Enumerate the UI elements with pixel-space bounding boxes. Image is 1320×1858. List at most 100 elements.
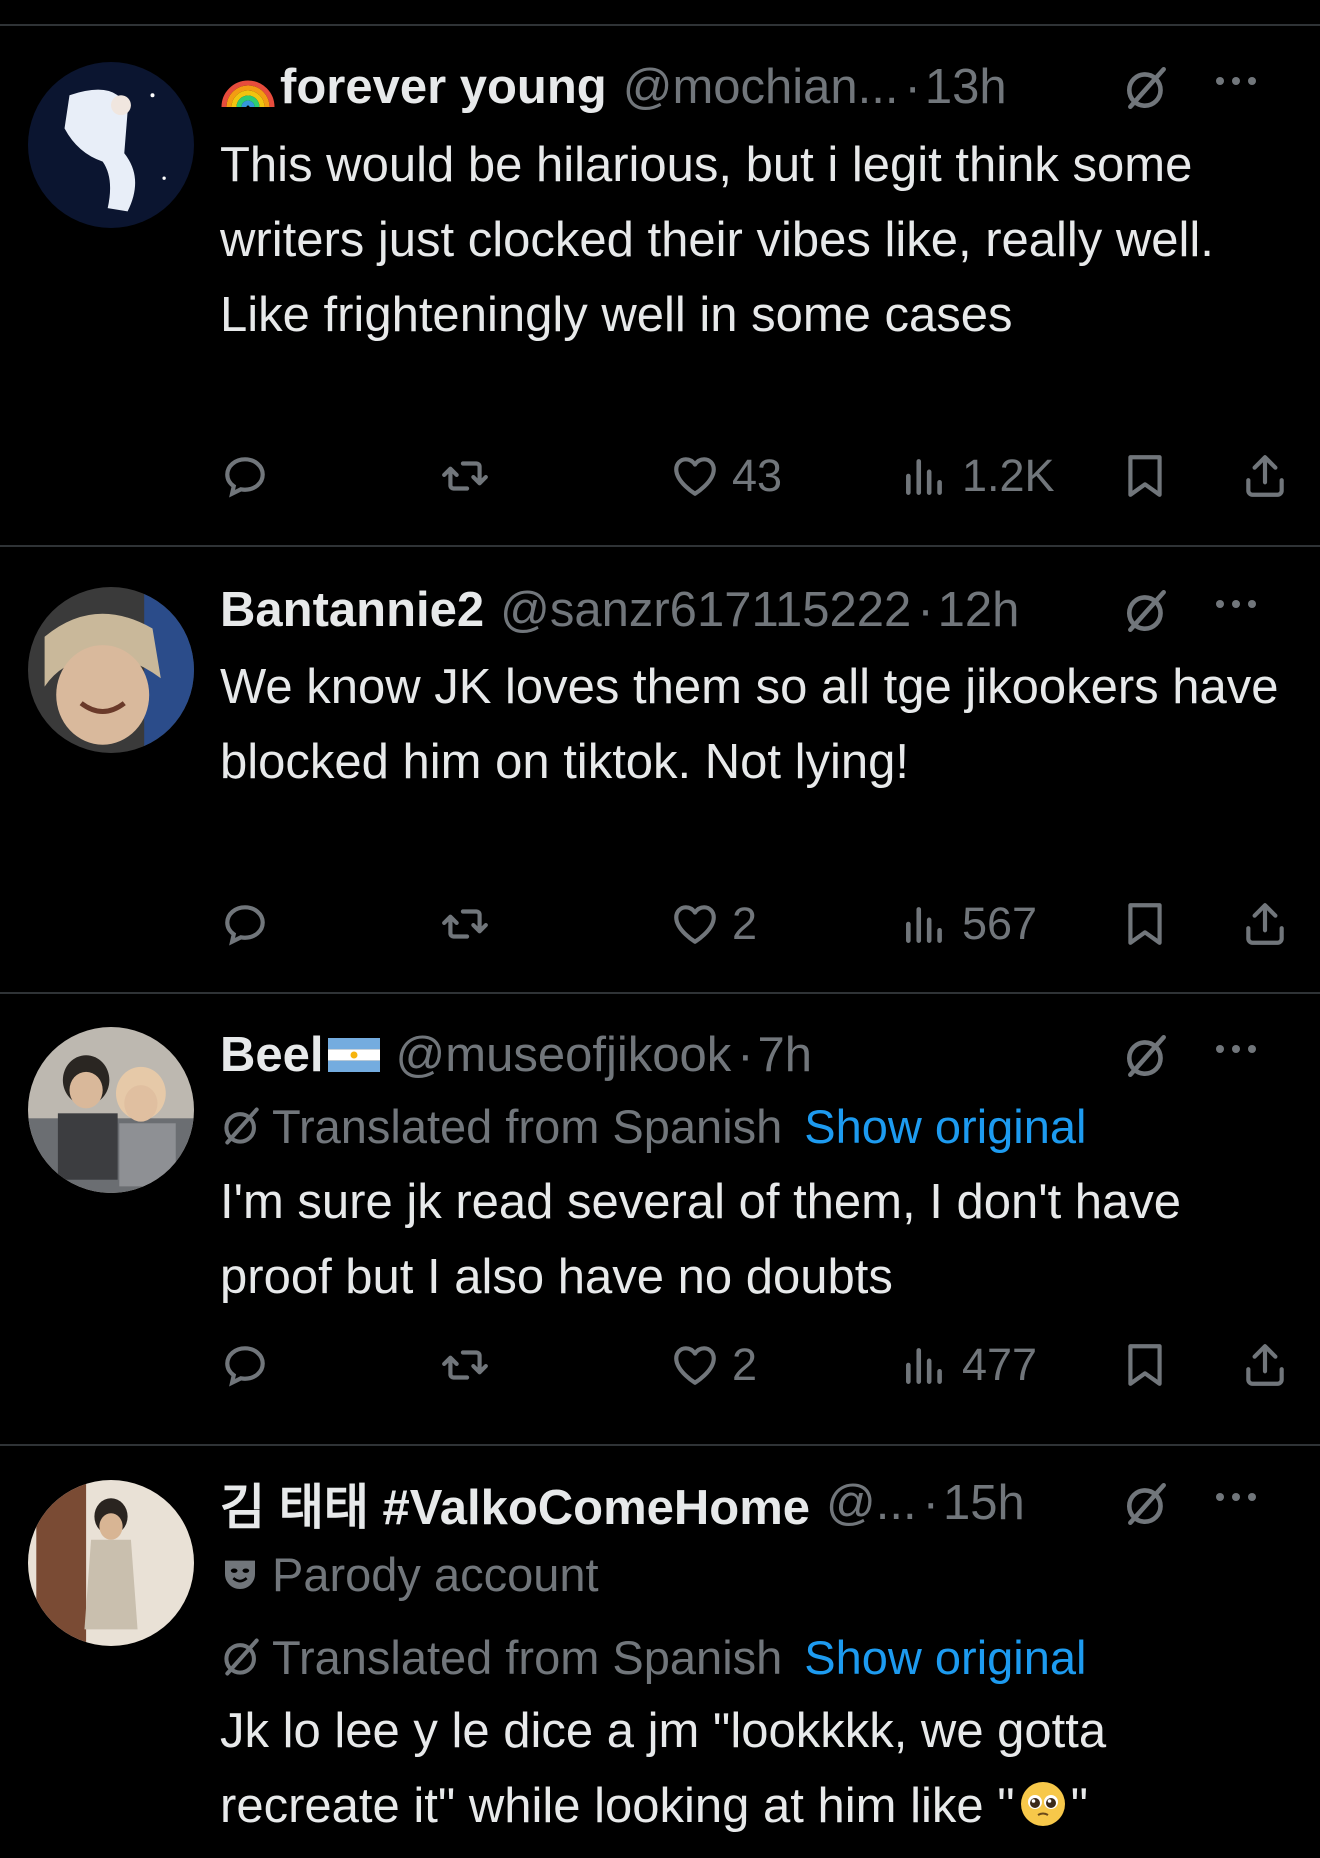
rainbow-icon bbox=[221, 80, 275, 108]
like-count: 43 bbox=[732, 450, 783, 501]
retweet-button[interactable] bbox=[440, 1335, 490, 1395]
timestamp[interactable]: 12h bbox=[938, 582, 1020, 638]
reply-button[interactable] bbox=[220, 446, 270, 506]
author-name[interactable]: Bantannie2 bbox=[220, 582, 484, 638]
more-icon[interactable] bbox=[1214, 597, 1258, 611]
bookmark-icon bbox=[1120, 899, 1170, 949]
separator: · bbox=[917, 583, 934, 637]
share-icon bbox=[1240, 899, 1290, 949]
action-bar: 2 567 bbox=[220, 894, 1300, 954]
show-original-link[interactable]: Show original bbox=[804, 1630, 1086, 1685]
timestamp[interactable]: 13h bbox=[925, 59, 1007, 115]
separator: · bbox=[922, 1476, 939, 1530]
view-count: 477 bbox=[962, 1339, 1038, 1390]
tweet-header: forever young @mochian... · 13h bbox=[220, 52, 1280, 122]
reply-icon bbox=[220, 1340, 270, 1390]
argentina-flag-icon bbox=[327, 1038, 380, 1072]
bookmark-button[interactable] bbox=[1120, 1335, 1170, 1395]
view-count: 1.2K bbox=[962, 450, 1055, 501]
show-original-link[interactable]: Show original bbox=[804, 1099, 1086, 1154]
tweet-header: Bantannie2 @sanzr617115222 · 12h bbox=[220, 575, 1280, 645]
tweet-text: This would be hilarious, but i legit thi… bbox=[220, 138, 1214, 342]
author-handle[interactable]: @museofjikook bbox=[396, 1027, 732, 1083]
views-button[interactable]: 1.2K bbox=[900, 446, 1055, 506]
avatar[interactable] bbox=[28, 62, 194, 228]
reply-icon bbox=[220, 899, 270, 949]
like-button[interactable]: 2 bbox=[670, 1335, 757, 1395]
tweet[interactable]: Beel @museofjikook · 7h Translated from … bbox=[0, 992, 1320, 1444]
reply-icon bbox=[220, 451, 270, 501]
like-button[interactable]: 43 bbox=[670, 446, 782, 506]
translated-label: Translated from Spanish bbox=[272, 1099, 783, 1153]
like-count: 2 bbox=[732, 1339, 758, 1390]
parody-mask-icon bbox=[225, 1560, 255, 1589]
parody-label: Parody account bbox=[220, 1544, 1280, 1604]
bookmark-icon bbox=[1120, 1340, 1170, 1390]
author-handle[interactable]: @mochian... bbox=[623, 59, 899, 115]
views-icon bbox=[900, 899, 950, 949]
translation-notice: Translated from Spanish Show original bbox=[220, 1096, 1280, 1156]
retweet-icon bbox=[440, 1340, 490, 1390]
tweet[interactable]: 김 태태 #ValkoComeHome @... · 15h Parody ac… bbox=[0, 1444, 1320, 1858]
grok-icon[interactable] bbox=[1122, 586, 1172, 636]
translated-label: Translated from Spanish bbox=[272, 1630, 783, 1684]
reply-button[interactable] bbox=[220, 1335, 270, 1395]
tweet-header: 김 태태 #ValkoComeHome @... · 15h bbox=[220, 1468, 1280, 1538]
tweet-header: Beel @museofjikook · 7h bbox=[220, 1020, 1280, 1090]
author-name[interactable]: Beel bbox=[220, 1027, 324, 1083]
avatar[interactable] bbox=[28, 587, 194, 753]
translation-notice: Translated from Spanish Show original bbox=[220, 1627, 1280, 1687]
author-handle[interactable]: @sanzr617115222 bbox=[500, 582, 911, 638]
avatar[interactable] bbox=[28, 1027, 194, 1193]
tweet[interactable]: Bantannie2 @sanzr617115222 · 12h We know… bbox=[0, 545, 1320, 992]
author-name[interactable]: 김 태태 #ValkoComeHome bbox=[220, 1468, 810, 1539]
like-icon bbox=[670, 899, 720, 949]
views-icon bbox=[900, 1340, 950, 1390]
retweet-button[interactable] bbox=[440, 894, 490, 954]
pleading-face-emoji bbox=[1020, 1782, 1065, 1826]
share-icon bbox=[1240, 1340, 1290, 1390]
author-handle[interactable]: @... bbox=[826, 1475, 917, 1531]
parody-account-text: Parody account bbox=[272, 1547, 599, 1601]
more-icon[interactable] bbox=[1214, 1490, 1258, 1504]
grok-icon[interactable] bbox=[1122, 1479, 1172, 1529]
tweet[interactable]: forever young @mochian... · 13h This wou… bbox=[0, 0, 1320, 545]
share-button[interactable] bbox=[1240, 894, 1290, 954]
avatar[interactable] bbox=[28, 1480, 194, 1646]
separator: · bbox=[904, 60, 921, 114]
bookmark-button[interactable] bbox=[1120, 894, 1170, 954]
tweet-text: We know JK loves them so all tge jikooke… bbox=[220, 660, 1279, 789]
bookmark-button[interactable] bbox=[1120, 446, 1170, 506]
retweet-icon bbox=[440, 899, 490, 949]
grok-icon[interactable] bbox=[1122, 63, 1172, 113]
tweet-text: I'm sure jk read several of them, I don'… bbox=[220, 1175, 1182, 1304]
action-bar: 2 477 bbox=[220, 1335, 1300, 1395]
views-button[interactable]: 567 bbox=[900, 894, 1037, 954]
separator: · bbox=[737, 1028, 754, 1082]
grok-icon[interactable] bbox=[1122, 1031, 1172, 1081]
like-icon bbox=[670, 451, 720, 501]
like-icon bbox=[670, 1340, 720, 1390]
reply-button[interactable] bbox=[220, 894, 270, 954]
author-name[interactable]: forever young bbox=[280, 59, 607, 115]
share-icon bbox=[1240, 451, 1290, 501]
tweet-text-end: " bbox=[1070, 1779, 1089, 1833]
more-icon[interactable] bbox=[1214, 74, 1258, 88]
share-button[interactable] bbox=[1240, 446, 1290, 506]
views-icon bbox=[900, 451, 950, 501]
action-bar: 43 1.2K bbox=[220, 446, 1300, 506]
tweet-text: Jk lo lee y le dice a jm "lookkkk, we go… bbox=[220, 1694, 1280, 1844]
translate-icon bbox=[220, 1635, 264, 1679]
more-icon[interactable] bbox=[1214, 1042, 1258, 1056]
tweet-text-body: Jk lo lee y le dice a jm "lookkkk, we go… bbox=[220, 1704, 1107, 1833]
timestamp[interactable]: 7h bbox=[758, 1027, 813, 1083]
views-button[interactable]: 477 bbox=[900, 1335, 1037, 1395]
retweet-icon bbox=[440, 451, 490, 501]
retweet-button[interactable] bbox=[440, 446, 490, 506]
bookmark-icon bbox=[1120, 451, 1170, 501]
timestamp[interactable]: 15h bbox=[943, 1475, 1025, 1531]
view-count: 567 bbox=[962, 898, 1038, 949]
like-button[interactable]: 2 bbox=[670, 894, 757, 954]
share-button[interactable] bbox=[1240, 1335, 1290, 1395]
translate-icon bbox=[220, 1104, 264, 1148]
